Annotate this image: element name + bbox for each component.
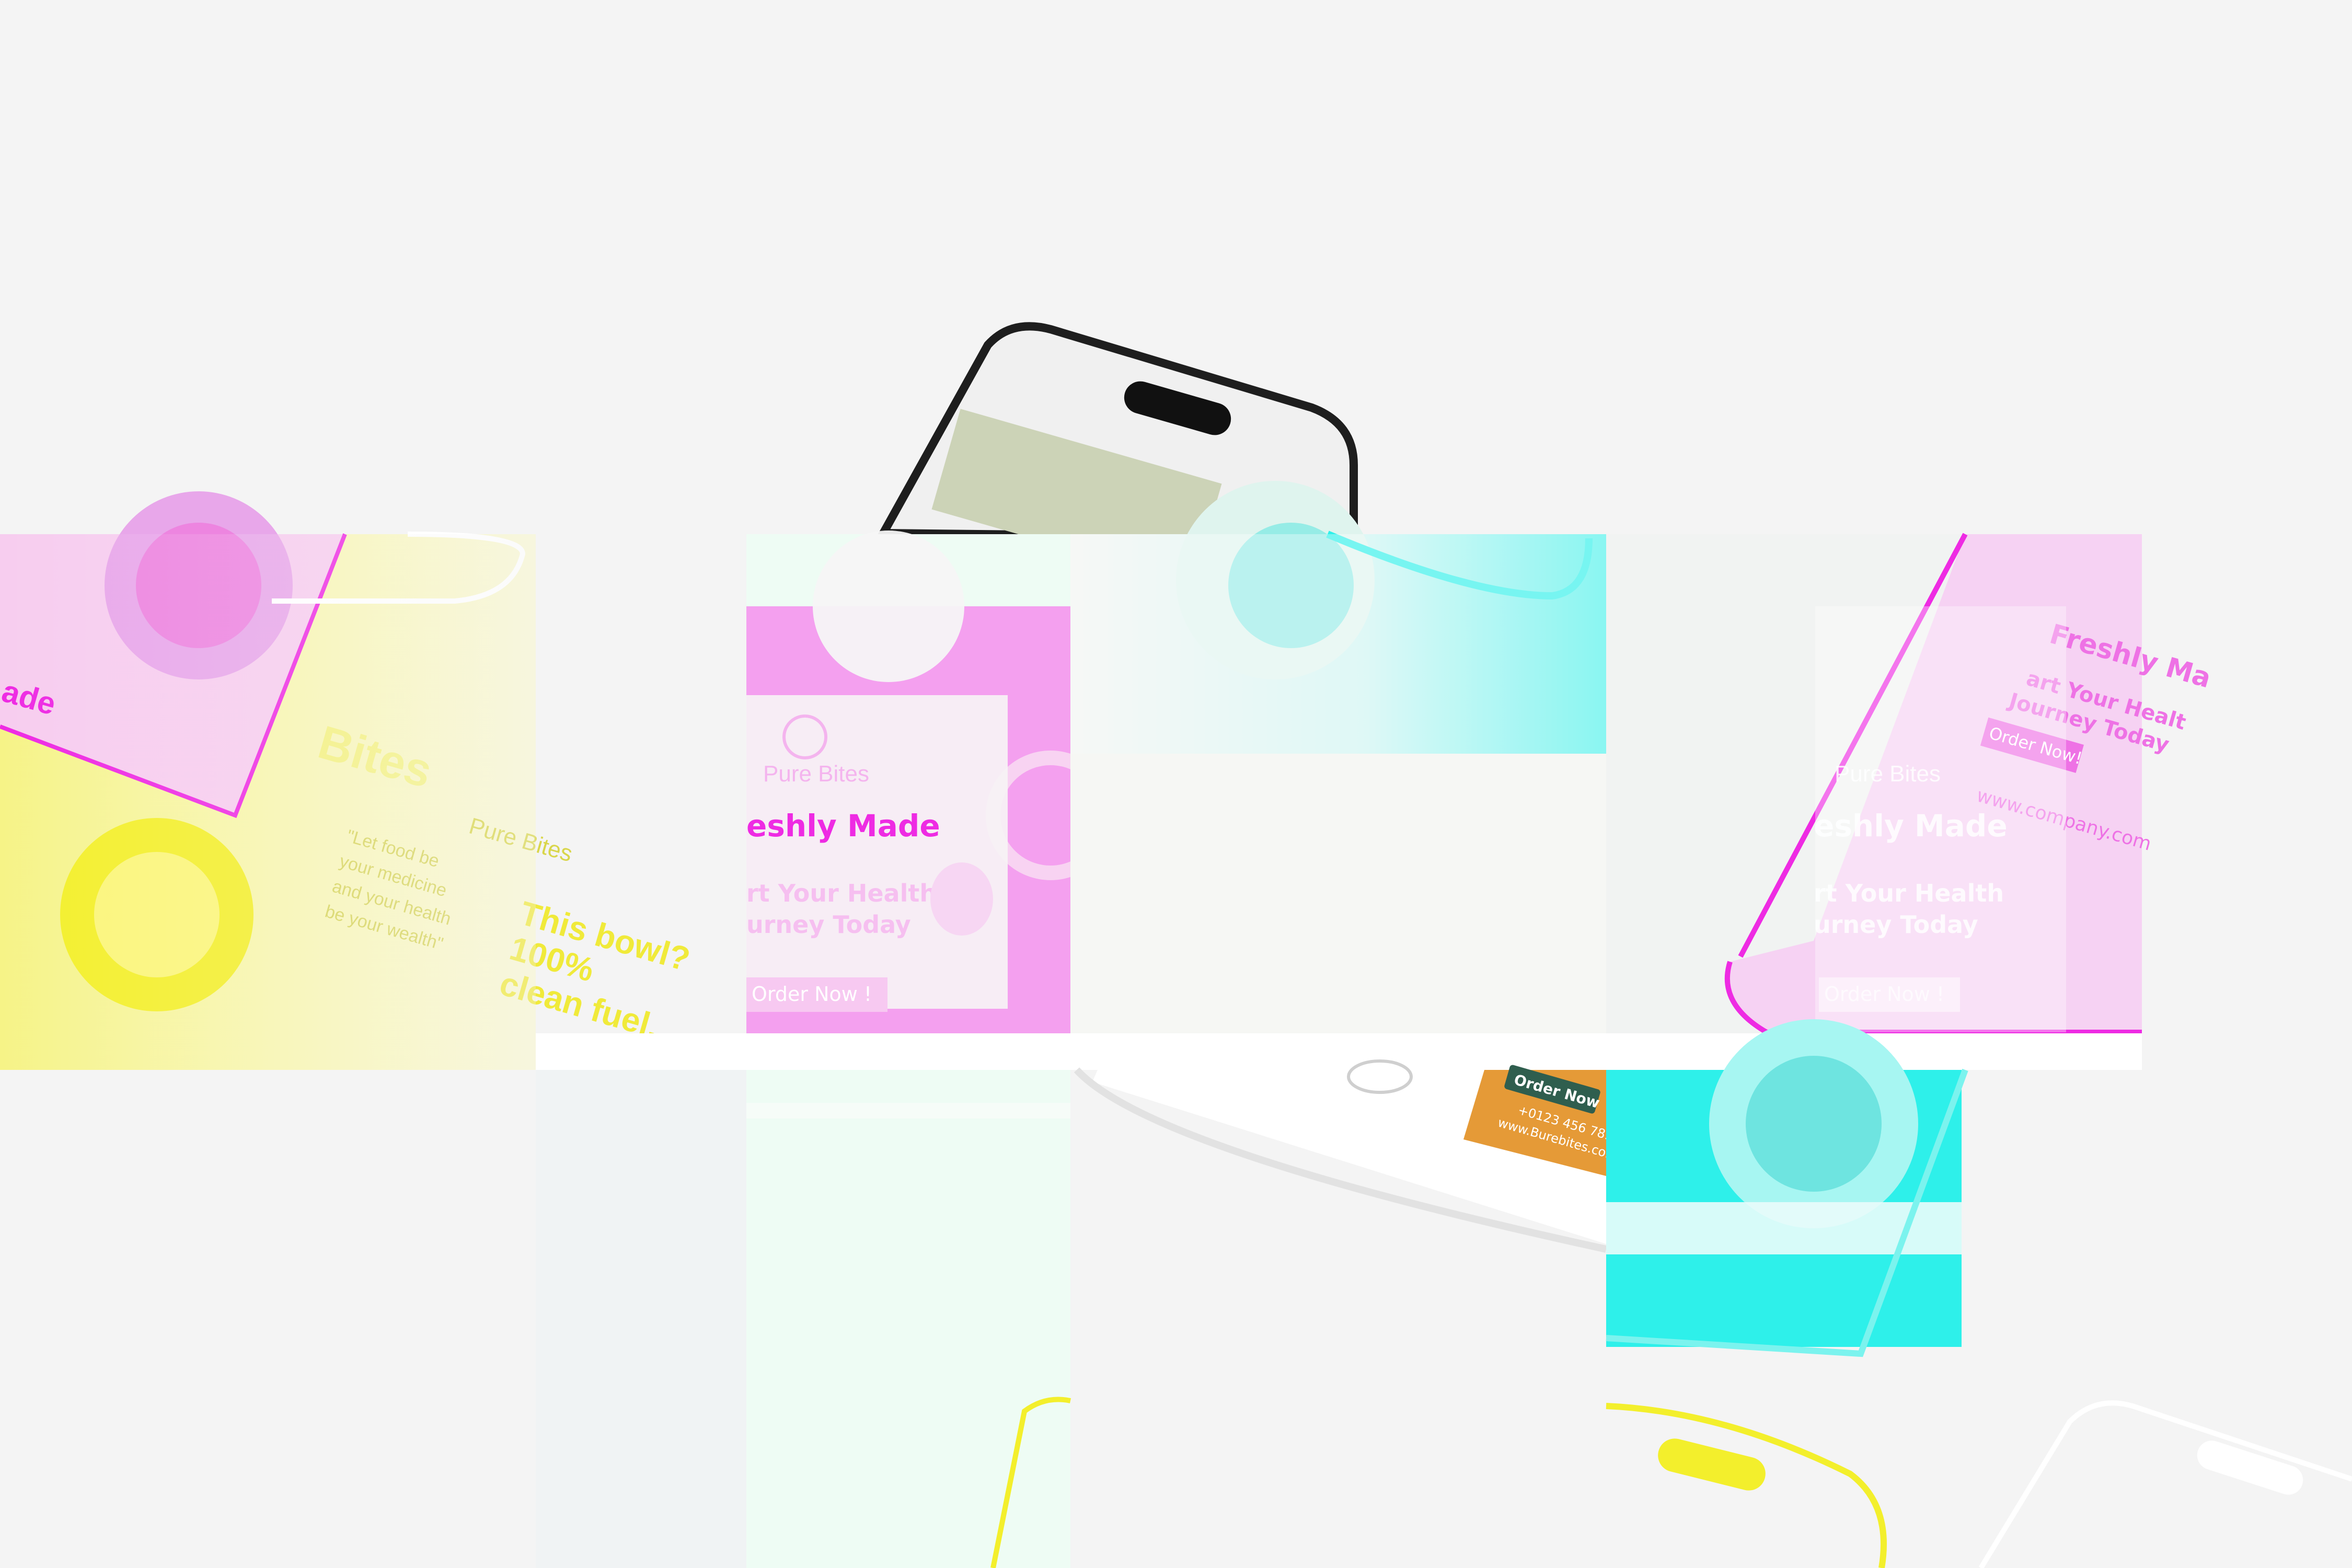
mockup-scene: Pure Bites "Let food be your medicine an… <box>0 322 2352 1568</box>
left-flyer-tile: Pure Bites "Let food be your medicine an… <box>0 491 694 1070</box>
pink-tile-wordmark: Pure Bites <box>763 761 869 787</box>
lower-tile-blank <box>536 1070 746 1568</box>
mockup-canvas: Pure Bites "Let food be your medicine an… <box>0 0 2352 1568</box>
pink-tile-headline: eshly Made <box>746 808 940 844</box>
lower-mint-tile <box>746 1070 1071 1568</box>
camera-pill-yellow <box>1658 1438 1766 1491</box>
separator-bar <box>536 1033 2142 1070</box>
pink-tile-sub-1: rt Your Health <box>746 879 937 907</box>
phone-bottom-yellow <box>1606 1403 1887 1568</box>
center-phone-bottom: Order Now +0123 456 7890 www.Burebites.c… <box>1074 1059 1622 1253</box>
pink-tile-sub-2: urney Today <box>746 910 911 939</box>
teal-bowl-tile <box>1070 481 1606 1049</box>
pink-tile-order-label: Order Now ! <box>752 983 872 1006</box>
pink-ad-tile: Pure Bites eshly Made rt Your Health urn… <box>746 531 1115 1033</box>
phone-bottom-right <box>1978 1400 2352 1568</box>
spoon-icon <box>930 862 993 936</box>
purple-phone-tile: Freshly Ma art Your Healt Journey Today … <box>1606 533 2215 1049</box>
